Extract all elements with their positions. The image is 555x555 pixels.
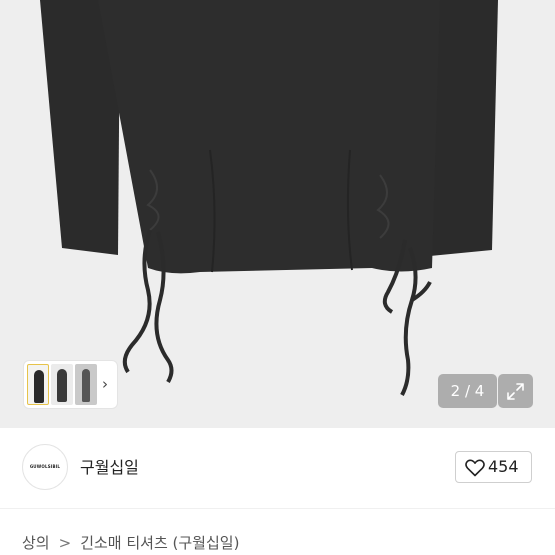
image-page-counter: 2 / 4	[438, 374, 497, 408]
expand-arrows-icon	[507, 383, 524, 400]
seller-info: GUWOLSIBIL 구월십일 454	[0, 428, 555, 509]
chevron-right-icon[interactable]: ›	[97, 373, 113, 395]
page-total: 4	[474, 382, 485, 400]
thumbnail-3[interactable]	[75, 364, 97, 405]
breadcrumb-separator: >	[58, 534, 72, 552]
thumbnail-1[interactable]	[27, 364, 49, 405]
thumbnail-strip: ›	[24, 361, 117, 408]
seller-avatar[interactable]: GUWOLSIBIL	[22, 444, 68, 490]
heart-icon	[465, 459, 485, 477]
like-count: 454	[488, 457, 519, 476]
thumbnail-2[interactable]	[51, 364, 73, 405]
expand-image-button[interactable]	[498, 374, 533, 408]
breadcrumb-item-subcategory[interactable]: 긴소매 티셔츠 (구월십일)	[80, 534, 239, 552]
like-button[interactable]: 454	[455, 451, 532, 483]
page-current: 2	[450, 382, 461, 400]
product-photo[interactable]: › 2 / 4	[0, 0, 555, 428]
seller-name[interactable]: 구월십일	[80, 457, 139, 479]
breadcrumb-item-category[interactable]: 상의	[22, 534, 50, 552]
page-separator: /	[460, 382, 475, 400]
breadcrumb: 상의 > 긴소매 티셔츠 (구월십일)	[22, 532, 239, 554]
avatar-logo-text: GUWOLSIBIL	[29, 464, 61, 469]
